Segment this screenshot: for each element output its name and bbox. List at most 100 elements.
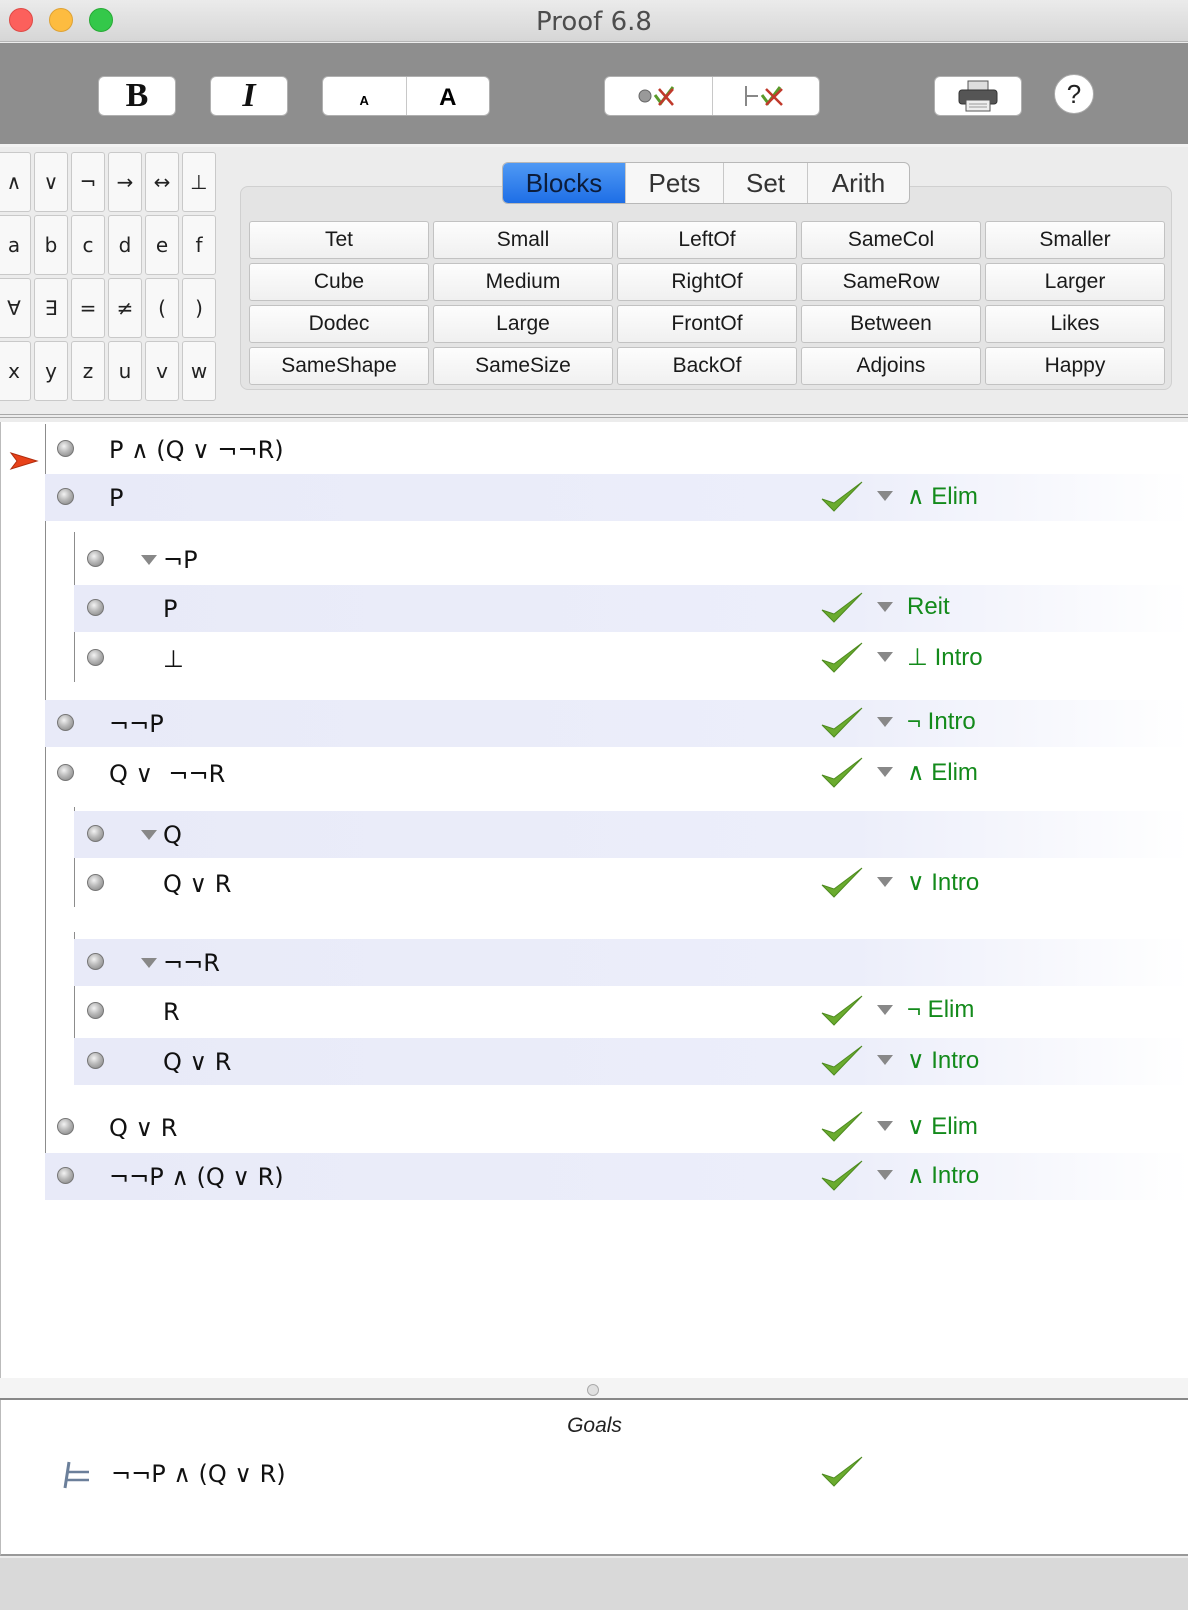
step-formula[interactable]: P bbox=[109, 484, 123, 512]
symbol-key[interactable]: x bbox=[0, 341, 31, 401]
splitter-knob[interactable] bbox=[587, 1384, 599, 1396]
predicate-button[interactable]: Smaller bbox=[985, 221, 1165, 259]
step-formula[interactable]: ¬¬P ∧ (Q ∨ R) bbox=[109, 1163, 284, 1191]
rule-menu-icon[interactable] bbox=[877, 877, 893, 887]
symbol-key[interactable]: ( bbox=[145, 278, 179, 338]
step-handle[interactable] bbox=[57, 488, 74, 505]
predicate-button[interactable]: Tet bbox=[249, 221, 429, 259]
tab-arith[interactable]: Arith bbox=[807, 163, 909, 203]
bold-button[interactable]: B bbox=[98, 76, 176, 116]
step-formula[interactable]: P bbox=[163, 595, 177, 623]
predicate-button[interactable]: Cube bbox=[249, 263, 429, 301]
predicate-button[interactable]: Between bbox=[801, 305, 981, 343]
predicate-button[interactable]: Likes bbox=[985, 305, 1165, 343]
predicate-button[interactable]: Large bbox=[433, 305, 613, 343]
proof-step-row[interactable] bbox=[45, 700, 1188, 747]
step-rule[interactable]: ⊥ Intro bbox=[907, 643, 983, 672]
step-formula[interactable]: ⊥ bbox=[163, 645, 184, 673]
subproof-collapse-icon[interactable] bbox=[141, 555, 157, 565]
symbol-key[interactable]: = bbox=[71, 278, 105, 338]
symbol-key[interactable]: ∨ bbox=[34, 152, 68, 212]
rule-menu-icon[interactable] bbox=[877, 1170, 893, 1180]
predicate-button[interactable]: Larger bbox=[985, 263, 1165, 301]
proof-step-row[interactable] bbox=[74, 860, 1188, 907]
step-rule[interactable]: ¬ Elim bbox=[907, 996, 974, 1024]
step-formula[interactable]: P ∧ (Q ∨ ¬¬R) bbox=[109, 436, 284, 464]
symbol-key[interactable]: ⊥ bbox=[182, 152, 216, 212]
step-formula[interactable]: R bbox=[163, 998, 180, 1026]
step-rule[interactable]: ∨ Intro bbox=[907, 868, 979, 897]
proof-step-row[interactable] bbox=[74, 635, 1188, 682]
predicate-button[interactable]: Adjoins bbox=[801, 347, 981, 385]
subproof-collapse-icon[interactable] bbox=[141, 830, 157, 840]
predicate-button[interactable]: SameShape bbox=[249, 347, 429, 385]
symbol-key[interactable]: a bbox=[0, 215, 31, 275]
symbol-key[interactable]: f bbox=[182, 215, 216, 275]
italic-button[interactable]: I bbox=[210, 76, 288, 116]
rule-menu-icon[interactable] bbox=[877, 1005, 893, 1015]
print-button[interactable] bbox=[934, 76, 1022, 116]
step-handle[interactable] bbox=[87, 1052, 104, 1069]
symbol-key[interactable]: ) bbox=[182, 278, 216, 338]
font-larger-button[interactable]: A bbox=[405, 77, 490, 115]
symbol-key[interactable]: ↔ bbox=[145, 152, 179, 212]
font-smaller-button[interactable]: A bbox=[323, 77, 406, 115]
rule-menu-icon[interactable] bbox=[877, 717, 893, 727]
step-handle[interactable] bbox=[57, 440, 74, 457]
step-formula[interactable]: ¬¬R bbox=[163, 949, 220, 977]
proof-step-row[interactable] bbox=[74, 1038, 1188, 1085]
symbol-key[interactable]: v bbox=[145, 341, 179, 401]
predicate-button[interactable]: FrontOf bbox=[617, 305, 797, 343]
symbol-key[interactable]: → bbox=[108, 152, 142, 212]
symbol-key[interactable]: c bbox=[71, 215, 105, 275]
predicate-button[interactable]: RightOf bbox=[617, 263, 797, 301]
symbol-key[interactable]: w bbox=[182, 341, 216, 401]
symbol-key[interactable]: y bbox=[34, 341, 68, 401]
rule-menu-icon[interactable] bbox=[877, 491, 893, 501]
goal-formula[interactable]: ¬¬P ∧ (Q ∨ R) bbox=[111, 1460, 286, 1488]
step-handle[interactable] bbox=[57, 764, 74, 781]
step-handle[interactable] bbox=[87, 599, 104, 616]
panel-splitter[interactable] bbox=[0, 1378, 1188, 1400]
step-formula[interactable]: Q ∨ R bbox=[163, 870, 231, 898]
step-handle[interactable] bbox=[57, 1118, 74, 1135]
symbol-key[interactable]: ≠ bbox=[108, 278, 142, 338]
symbol-key[interactable]: u bbox=[108, 341, 142, 401]
proof-step-row[interactable] bbox=[45, 1104, 1188, 1151]
step-handle[interactable] bbox=[87, 550, 104, 567]
symbol-key[interactable]: z bbox=[71, 341, 105, 401]
step-rule[interactable]: ∧ Elim bbox=[907, 482, 978, 511]
step-rule[interactable]: ∧ Elim bbox=[907, 758, 978, 787]
rule-menu-icon[interactable] bbox=[877, 1055, 893, 1065]
tab-set[interactable]: Set bbox=[723, 163, 807, 203]
step-handle[interactable] bbox=[87, 649, 104, 666]
symbol-key[interactable]: e bbox=[145, 215, 179, 275]
predicate-button[interactable]: Happy bbox=[985, 347, 1165, 385]
step-handle[interactable] bbox=[87, 874, 104, 891]
step-handle[interactable] bbox=[87, 1002, 104, 1019]
step-rule[interactable]: ∧ Intro bbox=[907, 1161, 979, 1190]
step-rule[interactable]: ∨ Elim bbox=[907, 1112, 978, 1141]
symbol-key[interactable]: ∀ bbox=[0, 278, 31, 338]
proof-step-row[interactable] bbox=[45, 474, 1188, 521]
symbol-key[interactable]: b bbox=[34, 215, 68, 275]
predicate-button[interactable]: SameCol bbox=[801, 221, 981, 259]
step-rule[interactable]: ∨ Intro bbox=[907, 1046, 979, 1075]
predicate-button[interactable]: Medium bbox=[433, 263, 613, 301]
predicate-button[interactable]: BackOf bbox=[617, 347, 797, 385]
step-formula[interactable]: Q bbox=[163, 821, 182, 849]
step-handle[interactable] bbox=[57, 714, 74, 731]
step-rule[interactable]: Reit bbox=[907, 593, 950, 621]
predicate-button[interactable]: Small bbox=[433, 221, 613, 259]
symbol-key[interactable]: d bbox=[108, 215, 142, 275]
step-handle[interactable] bbox=[87, 825, 104, 842]
subproof-assumption-row[interactable] bbox=[74, 939, 1188, 986]
tab-blocks[interactable]: Blocks bbox=[503, 163, 625, 203]
verify-proof-button[interactable] bbox=[711, 77, 820, 115]
predicate-button[interactable]: SameRow bbox=[801, 263, 981, 301]
rule-menu-icon[interactable] bbox=[877, 602, 893, 612]
rule-menu-icon[interactable] bbox=[877, 767, 893, 777]
step-formula[interactable]: Q ∨ R bbox=[163, 1048, 231, 1076]
step-handle[interactable] bbox=[87, 953, 104, 970]
symbol-key[interactable]: ∧ bbox=[0, 152, 31, 212]
